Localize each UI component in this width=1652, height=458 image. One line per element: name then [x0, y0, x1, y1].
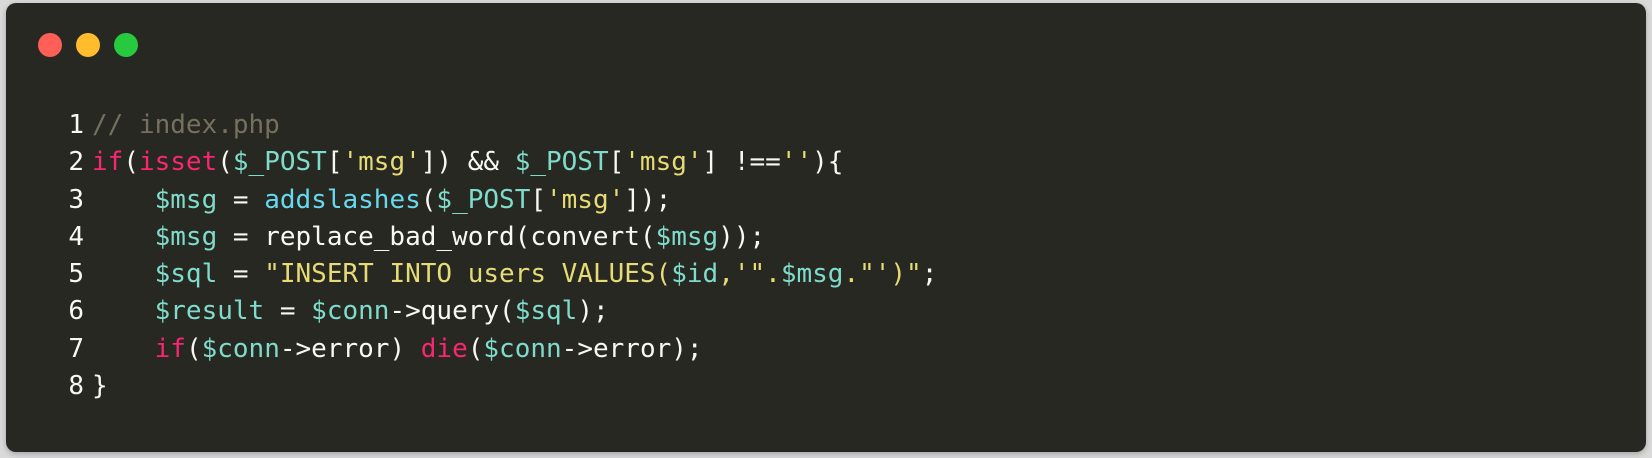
- code-token-plain: ]);: [624, 184, 672, 215]
- code-token-var: $sql: [154, 259, 218, 290]
- code-token-plain: [: [326, 147, 343, 178]
- code-token-plain: (: [467, 333, 484, 364]
- code-token-plain: =: [217, 259, 265, 290]
- code-token-var: $msg: [780, 259, 844, 290]
- code-token-var: $msg: [655, 221, 719, 252]
- code-token-plain: (: [217, 147, 233, 178]
- code-token-keyword: isset: [138, 147, 218, 178]
- line-number: 8: [68, 371, 84, 402]
- code-line: 2 if(isset($_POST['msg']) && $_POST['msg'…: [58, 144, 937, 181]
- code-token-var: $conn: [483, 333, 562, 364]
- code-token-keyword: if: [154, 333, 186, 364]
- code-token-var: $sql: [514, 296, 578, 327]
- line-content: }: [92, 368, 108, 405]
- code-token-string: "INSERT INTO users VALUES(: [264, 259, 672, 290]
- code-token-string: 'msg': [342, 147, 421, 178]
- line-number: 6: [68, 296, 84, 327]
- code-block: 1// index.php 2 if(isset($_POST['msg']) &&…: [58, 107, 937, 405]
- code-token-var: $id: [671, 259, 719, 290]
- code-line: 4 $msg = replace_bad_word(convert($msg))…: [58, 219, 937, 256]
- code-token-string: ."')": [843, 259, 922, 290]
- code-token-string: 'msg': [624, 147, 703, 178]
- code-token-plain: ] !==: [702, 147, 781, 178]
- code-line: 1 // index.php: [58, 107, 937, 144]
- code-token-string: '': [780, 147, 813, 178]
- line-number: 4: [68, 221, 84, 252]
- code-token-plain: ->error): [279, 333, 421, 364]
- line-content: if(isset($_POST['msg']) && $_POST['msg']…: [92, 144, 843, 181]
- minimize-dot[interactable]: [76, 33, 100, 57]
- code-line: 3 $msg = addslashes($_POST['msg']);: [58, 182, 937, 219]
- code-token-function: addslashes: [264, 184, 421, 215]
- code-token-plain: ->query(: [389, 296, 515, 327]
- code-token-var: $_POST: [436, 184, 531, 215]
- code-token-plain: ]) &&: [420, 147, 515, 178]
- code-token-plain: (: [185, 333, 202, 364]
- line-number: 1: [68, 110, 84, 140]
- code-token-keyword: die: [420, 333, 468, 364]
- line-content: $sql = "INSERT INTO users VALUES($id,'".…: [92, 256, 938, 293]
- close-dot[interactable]: [38, 33, 62, 57]
- code-line: 5 $sql = "INSERT INTO users VALUES($id,'…: [58, 256, 937, 293]
- code-token-var: $msg: [154, 184, 218, 215]
- code-token-string: ,'".: [718, 259, 781, 290]
- code-window: 1// index.php 2 if(isset($_POST['msg']) &&…: [6, 3, 1646, 452]
- code-token-plain: ){: [812, 147, 844, 178]
- code-token-var: $conn: [201, 333, 280, 364]
- line-number: 7: [68, 333, 84, 364]
- code-line: 8}: [58, 368, 937, 405]
- code-token-plain: =: [264, 296, 312, 327]
- line-content: if($conn->error) die($conn->error);: [92, 331, 703, 368]
- code-line: 7 if($conn->error) die($conn->error);: [58, 331, 937, 368]
- code-token-var: $_POST: [514, 147, 609, 178]
- code-token-var: $result: [154, 296, 265, 327]
- code-token-plain: ->error);: [561, 333, 703, 364]
- code-token-comment: // index.php: [92, 110, 280, 140]
- code-line: 6 $result = $conn->query($sql);: [58, 293, 937, 330]
- code-token-plain: ));: [718, 221, 766, 252]
- line-content: $msg = addslashes($_POST['msg']);: [92, 182, 672, 219]
- code-token-keyword: if: [92, 147, 124, 178]
- window-controls: [38, 33, 138, 59]
- code-token-plain: }: [92, 371, 108, 402]
- line-content: // index.php: [92, 107, 280, 144]
- code-token-plain: (: [123, 147, 139, 178]
- code-token-plain: [: [530, 184, 546, 215]
- code-token-var: $_POST: [232, 147, 327, 178]
- code-token-plain: [: [608, 147, 625, 178]
- code-token-plain: =: [217, 184, 265, 215]
- maximize-dot[interactable]: [114, 33, 138, 57]
- code-token-plain: );: [577, 296, 609, 327]
- code-token-plain: ;: [921, 259, 938, 290]
- code-token-string: 'msg': [546, 184, 625, 215]
- line-number: 3: [68, 184, 84, 215]
- line-content: $msg = replace_bad_word(convert($msg));: [92, 219, 766, 256]
- code-token-var: $conn: [311, 296, 390, 327]
- code-token-var: $msg: [154, 221, 218, 252]
- line-content: $result = $conn->query($sql);: [92, 293, 609, 330]
- code-token-plain: (: [420, 184, 437, 215]
- line-number: 5: [68, 259, 84, 290]
- code-token-plain: = replace_bad_word(convert(: [217, 221, 656, 252]
- line-number: 2: [68, 147, 84, 178]
